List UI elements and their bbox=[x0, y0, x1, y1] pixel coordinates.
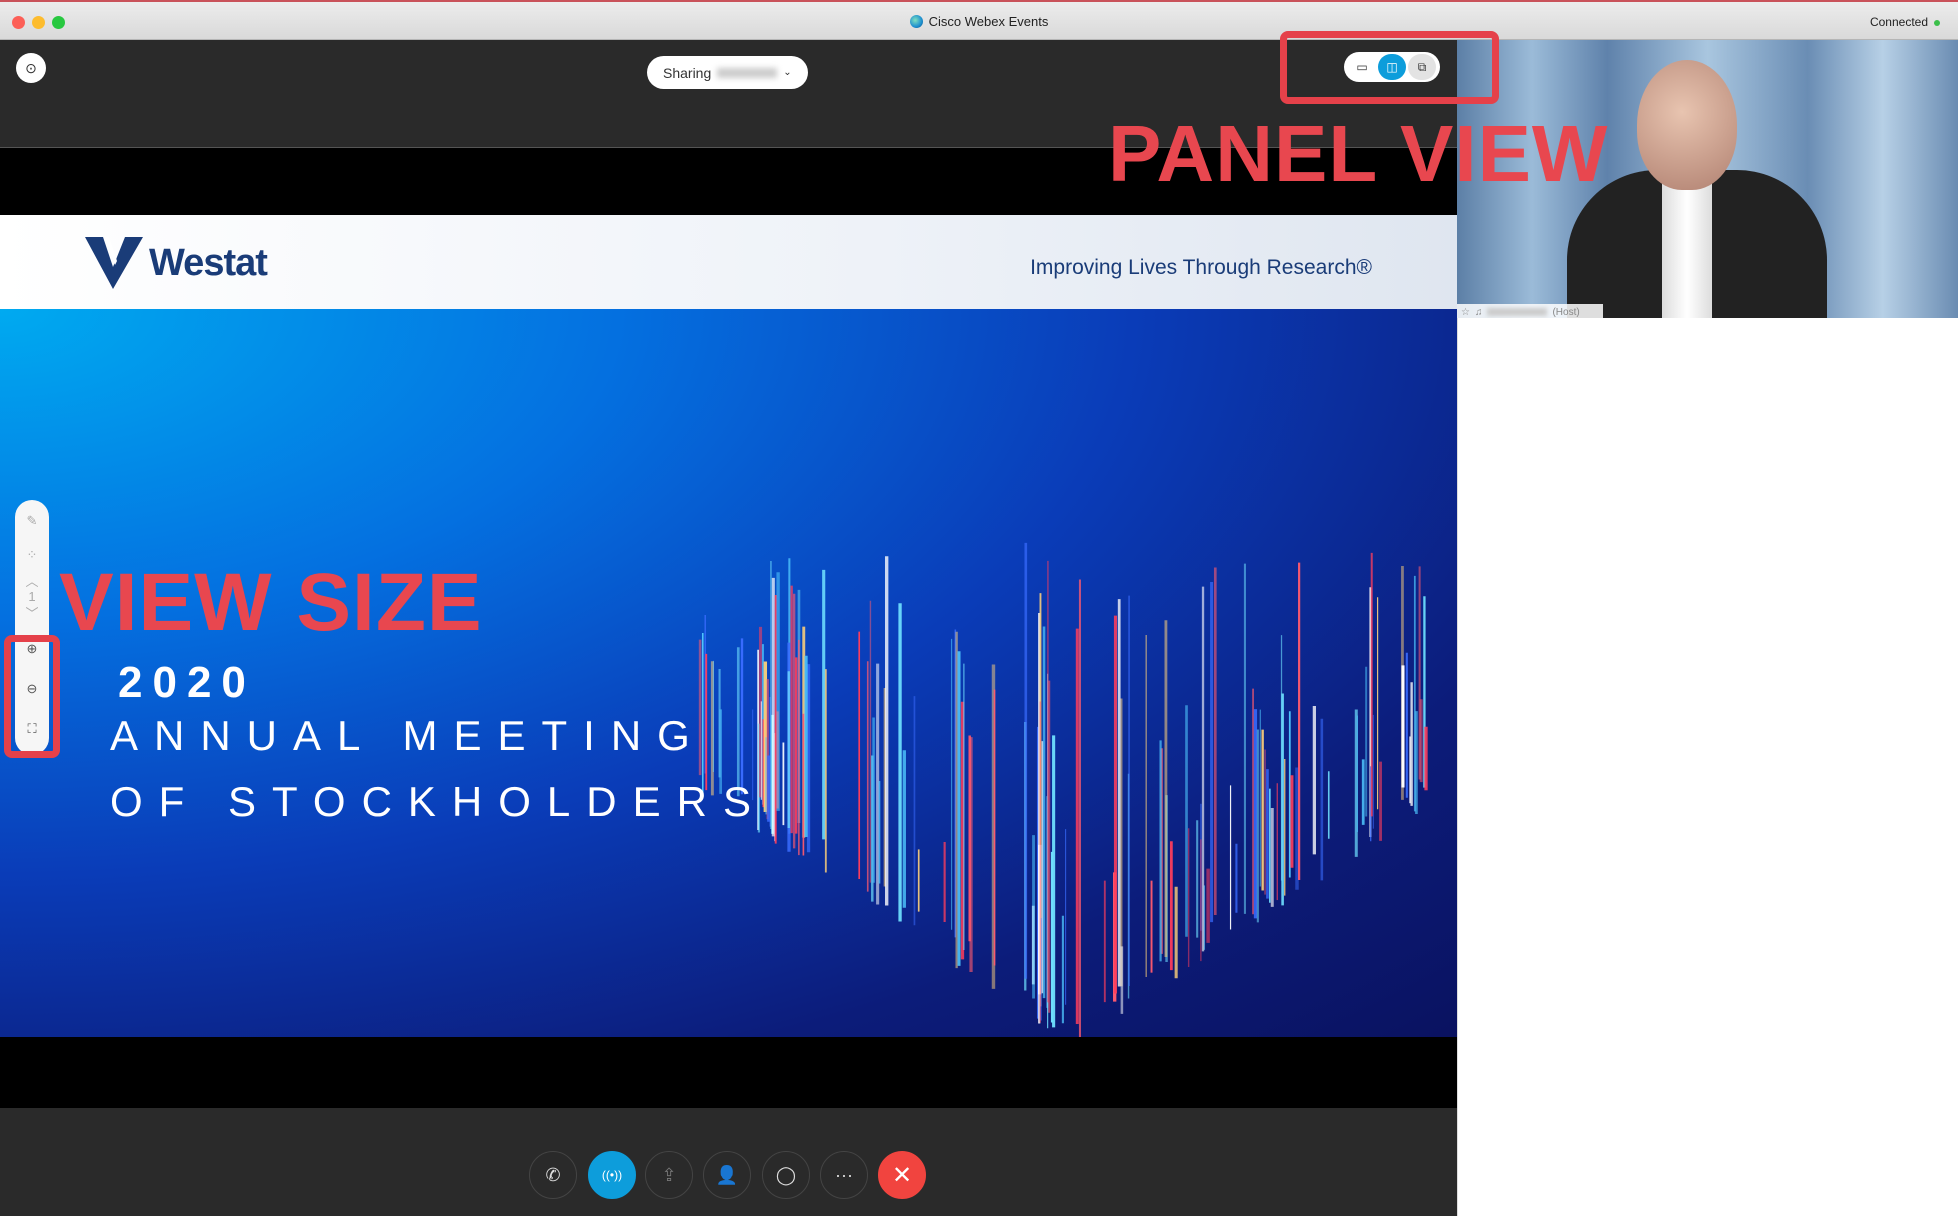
shared-content-name bbox=[717, 67, 778, 78]
gear-icon: ⊙ bbox=[25, 59, 37, 76]
westat-logo-icon bbox=[85, 237, 143, 289]
more-icon: ··· bbox=[835, 1164, 853, 1185]
grid-icon: ⁘ bbox=[26, 547, 38, 562]
video-person-shirt bbox=[1662, 175, 1712, 318]
participants-button[interactable]: 👤 bbox=[703, 1151, 751, 1199]
slide-title-line1: ANNUAL MEETING bbox=[110, 712, 706, 759]
annotation-panel-view: PANEL VIEW bbox=[1108, 109, 1609, 198]
audio-button[interactable]: ✆ bbox=[529, 1151, 577, 1199]
title-bar: Cisco Webex Events Connected bbox=[0, 0, 1958, 40]
webex-logo-icon bbox=[909, 15, 923, 28]
close-icon: ✕ bbox=[891, 1161, 913, 1189]
annotation-box-panel-view bbox=[1280, 31, 1499, 104]
annotation-view-size: VIEW SIZE bbox=[59, 557, 483, 648]
previous-page-button[interactable]: ︿ bbox=[15, 572, 49, 589]
settings-button[interactable]: ⊙ bbox=[16, 53, 46, 83]
phone-icon: ✆ bbox=[545, 1164, 561, 1185]
next-page-button[interactable]: ﹀ bbox=[15, 604, 49, 621]
host-suffix: (Host) bbox=[1552, 306, 1580, 318]
chat-icon: ◯ bbox=[775, 1164, 797, 1185]
broadcast-button[interactable]: ((•)) bbox=[588, 1151, 636, 1199]
share-button[interactable]: ⇪ bbox=[645, 1151, 693, 1199]
leave-button[interactable]: ✕ bbox=[878, 1151, 926, 1199]
slide-tagline: Improving Lives Through Research® bbox=[1030, 256, 1372, 279]
headset-icon: ♫ bbox=[1474, 306, 1483, 318]
slide-year: 2020 bbox=[118, 658, 256, 707]
slide-title-line2: OF STOCKHOLDERS bbox=[110, 778, 767, 825]
connection-status: Connected bbox=[1869, 15, 1928, 29]
video-person-head bbox=[1637, 60, 1737, 190]
pen-icon: ✎ bbox=[26, 513, 38, 528]
participants-icon: 👤 bbox=[715, 1164, 739, 1185]
pin-icon[interactable]: ☆ bbox=[1461, 307, 1470, 318]
connection-dot-icon bbox=[1934, 20, 1940, 26]
thumbnails-button[interactable]: ⁘ bbox=[15, 538, 49, 572]
window-title-text: Cisco Webex Events bbox=[928, 14, 1049, 29]
westat-logo: Westat bbox=[85, 237, 268, 289]
annotate-button[interactable]: ✎ bbox=[15, 504, 49, 538]
chevron-down-icon: ⌄ bbox=[783, 67, 792, 78]
sharing-label: Sharing bbox=[663, 64, 712, 81]
side-panel bbox=[1457, 318, 1958, 1216]
more-button[interactable]: ··· bbox=[820, 1151, 868, 1199]
chevron-up-icon: ︿ bbox=[25, 573, 39, 589]
chat-button[interactable]: ◯ bbox=[762, 1151, 810, 1199]
annotation-box-view-size bbox=[4, 635, 60, 758]
broadcast-icon: ((•)) bbox=[601, 1168, 623, 1182]
host-name bbox=[1487, 308, 1548, 316]
window-title: Cisco Webex Events bbox=[0, 14, 1958, 29]
chevron-down-icon: ﹀ bbox=[25, 605, 39, 621]
sharing-dropdown[interactable]: Sharing ⌄ bbox=[647, 56, 808, 89]
share-icon: ⇪ bbox=[661, 1164, 677, 1185]
brand-name: Westat bbox=[149, 241, 268, 284]
